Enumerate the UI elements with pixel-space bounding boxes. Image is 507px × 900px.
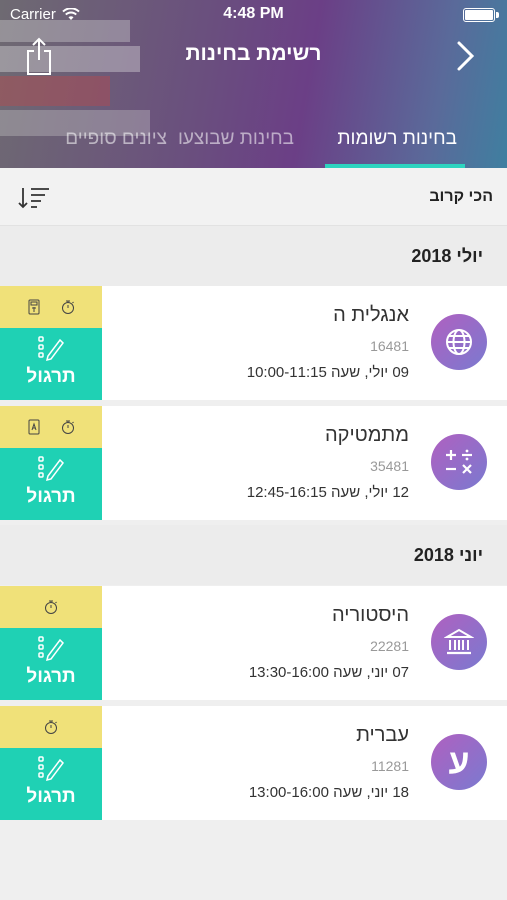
practice-button[interactable]: תרגול	[0, 328, 102, 400]
status-time: 4:48 PM	[223, 5, 284, 22]
month-header: יולי 2018	[0, 226, 507, 286]
exam-actions: תרגול	[0, 586, 102, 700]
tab-registered-exams[interactable]: בחינות רשומות	[337, 128, 457, 150]
sort-icon[interactable]	[18, 186, 50, 210]
math-operators-icon	[431, 434, 487, 490]
month-label: יוני 2018	[413, 545, 483, 565]
practice-label: תרגול	[26, 666, 76, 687]
practice-button[interactable]: תרגול	[0, 628, 102, 700]
exam-card[interactable]: ע עברית 11281 18 יוני, שעה 13:00-16:00 ת…	[0, 706, 507, 820]
exam-card[interactable]: היסטוריה 22281 07 יוני, שעה 13:30-16:00 …	[0, 586, 507, 700]
sort-label: הכי קרוב	[429, 188, 493, 205]
status-bar: Carrier 4:48 PM	[0, 0, 507, 30]
exam-code: 22281	[370, 638, 409, 654]
month-label: יולי 2018	[411, 246, 483, 266]
exam-name: עברית	[356, 724, 409, 746]
practice-label: תרגול	[26, 486, 76, 507]
tab-bar: בחינות רשומות בחינות שבוצעו ציונים סופיי…	[0, 124, 507, 168]
tab-final-grades[interactable]: ציונים סופיים	[65, 128, 167, 150]
header: Carrier 4:48 PM רשימת בחינות בחינות רשומ…	[0, 0, 507, 168]
checklist-pencil-icon	[38, 456, 64, 482]
exam-tools	[0, 406, 102, 448]
timer-icon[interactable]	[60, 299, 76, 315]
timer-icon[interactable]	[43, 719, 59, 735]
exam-datetime: 07 יוני, שעה 13:30-16:00	[248, 664, 409, 681]
exam-actions: תרגול	[0, 706, 102, 820]
exam-datetime: 12 יולי, שעה 12:45-16:15	[246, 484, 409, 501]
exam-datetime: 09 יולי, שעה 10:00-11:15	[246, 364, 409, 381]
exam-card[interactable]: אנגלית ה 16481 09 יולי, שעה 10:00-11:15 …	[0, 286, 507, 400]
page-title: רשימת בחינות	[185, 42, 322, 65]
exam-name: אנגלית ה	[333, 304, 409, 326]
timer-icon[interactable]	[43, 599, 59, 615]
checklist-pencil-icon	[38, 336, 64, 362]
exam-tools	[0, 706, 102, 748]
practice-label: תרגול	[26, 366, 76, 387]
exam-datetime: 18 יוני, שעה 13:00-16:00	[248, 784, 409, 801]
building-columns-icon	[431, 614, 487, 670]
subject-letter: ע	[448, 743, 470, 781]
tab-completed-exams[interactable]: בחינות שבוצעו	[178, 128, 294, 150]
checklist-pencil-icon	[38, 756, 64, 782]
exam-tools	[0, 286, 102, 328]
battery-icon	[463, 8, 499, 22]
exam-code: 11281	[371, 758, 409, 774]
month-header: יוני 2018	[0, 525, 507, 585]
timer-icon[interactable]	[60, 419, 76, 435]
globe-icon	[431, 314, 487, 370]
calculator-icon[interactable]	[26, 299, 42, 315]
exam-actions: תרגול	[0, 286, 102, 400]
exam-tools	[0, 586, 102, 628]
practice-button[interactable]: תרגול	[0, 748, 102, 820]
practice-label: תרגול	[26, 786, 76, 807]
exam-name: מתמטיקה	[324, 424, 409, 446]
exam-actions: תרגול	[0, 406, 102, 520]
exam-card[interactable]: מתמטיקה 35481 12 יולי, שעה 12:45-16:15 ת…	[0, 406, 507, 520]
hebrew-letter-ayin-icon: ע	[431, 734, 487, 790]
checklist-pencil-icon	[38, 636, 64, 662]
exam-name: היסטוריה	[332, 604, 409, 626]
formula-sheet-icon[interactable]	[26, 419, 42, 435]
sort-bar: הכי קרוב	[0, 168, 507, 226]
exam-code: 35481	[370, 458, 409, 474]
exam-code: 16481	[370, 338, 409, 354]
practice-button[interactable]: תרגול	[0, 448, 102, 520]
back-chevron-icon[interactable]	[455, 40, 477, 72]
